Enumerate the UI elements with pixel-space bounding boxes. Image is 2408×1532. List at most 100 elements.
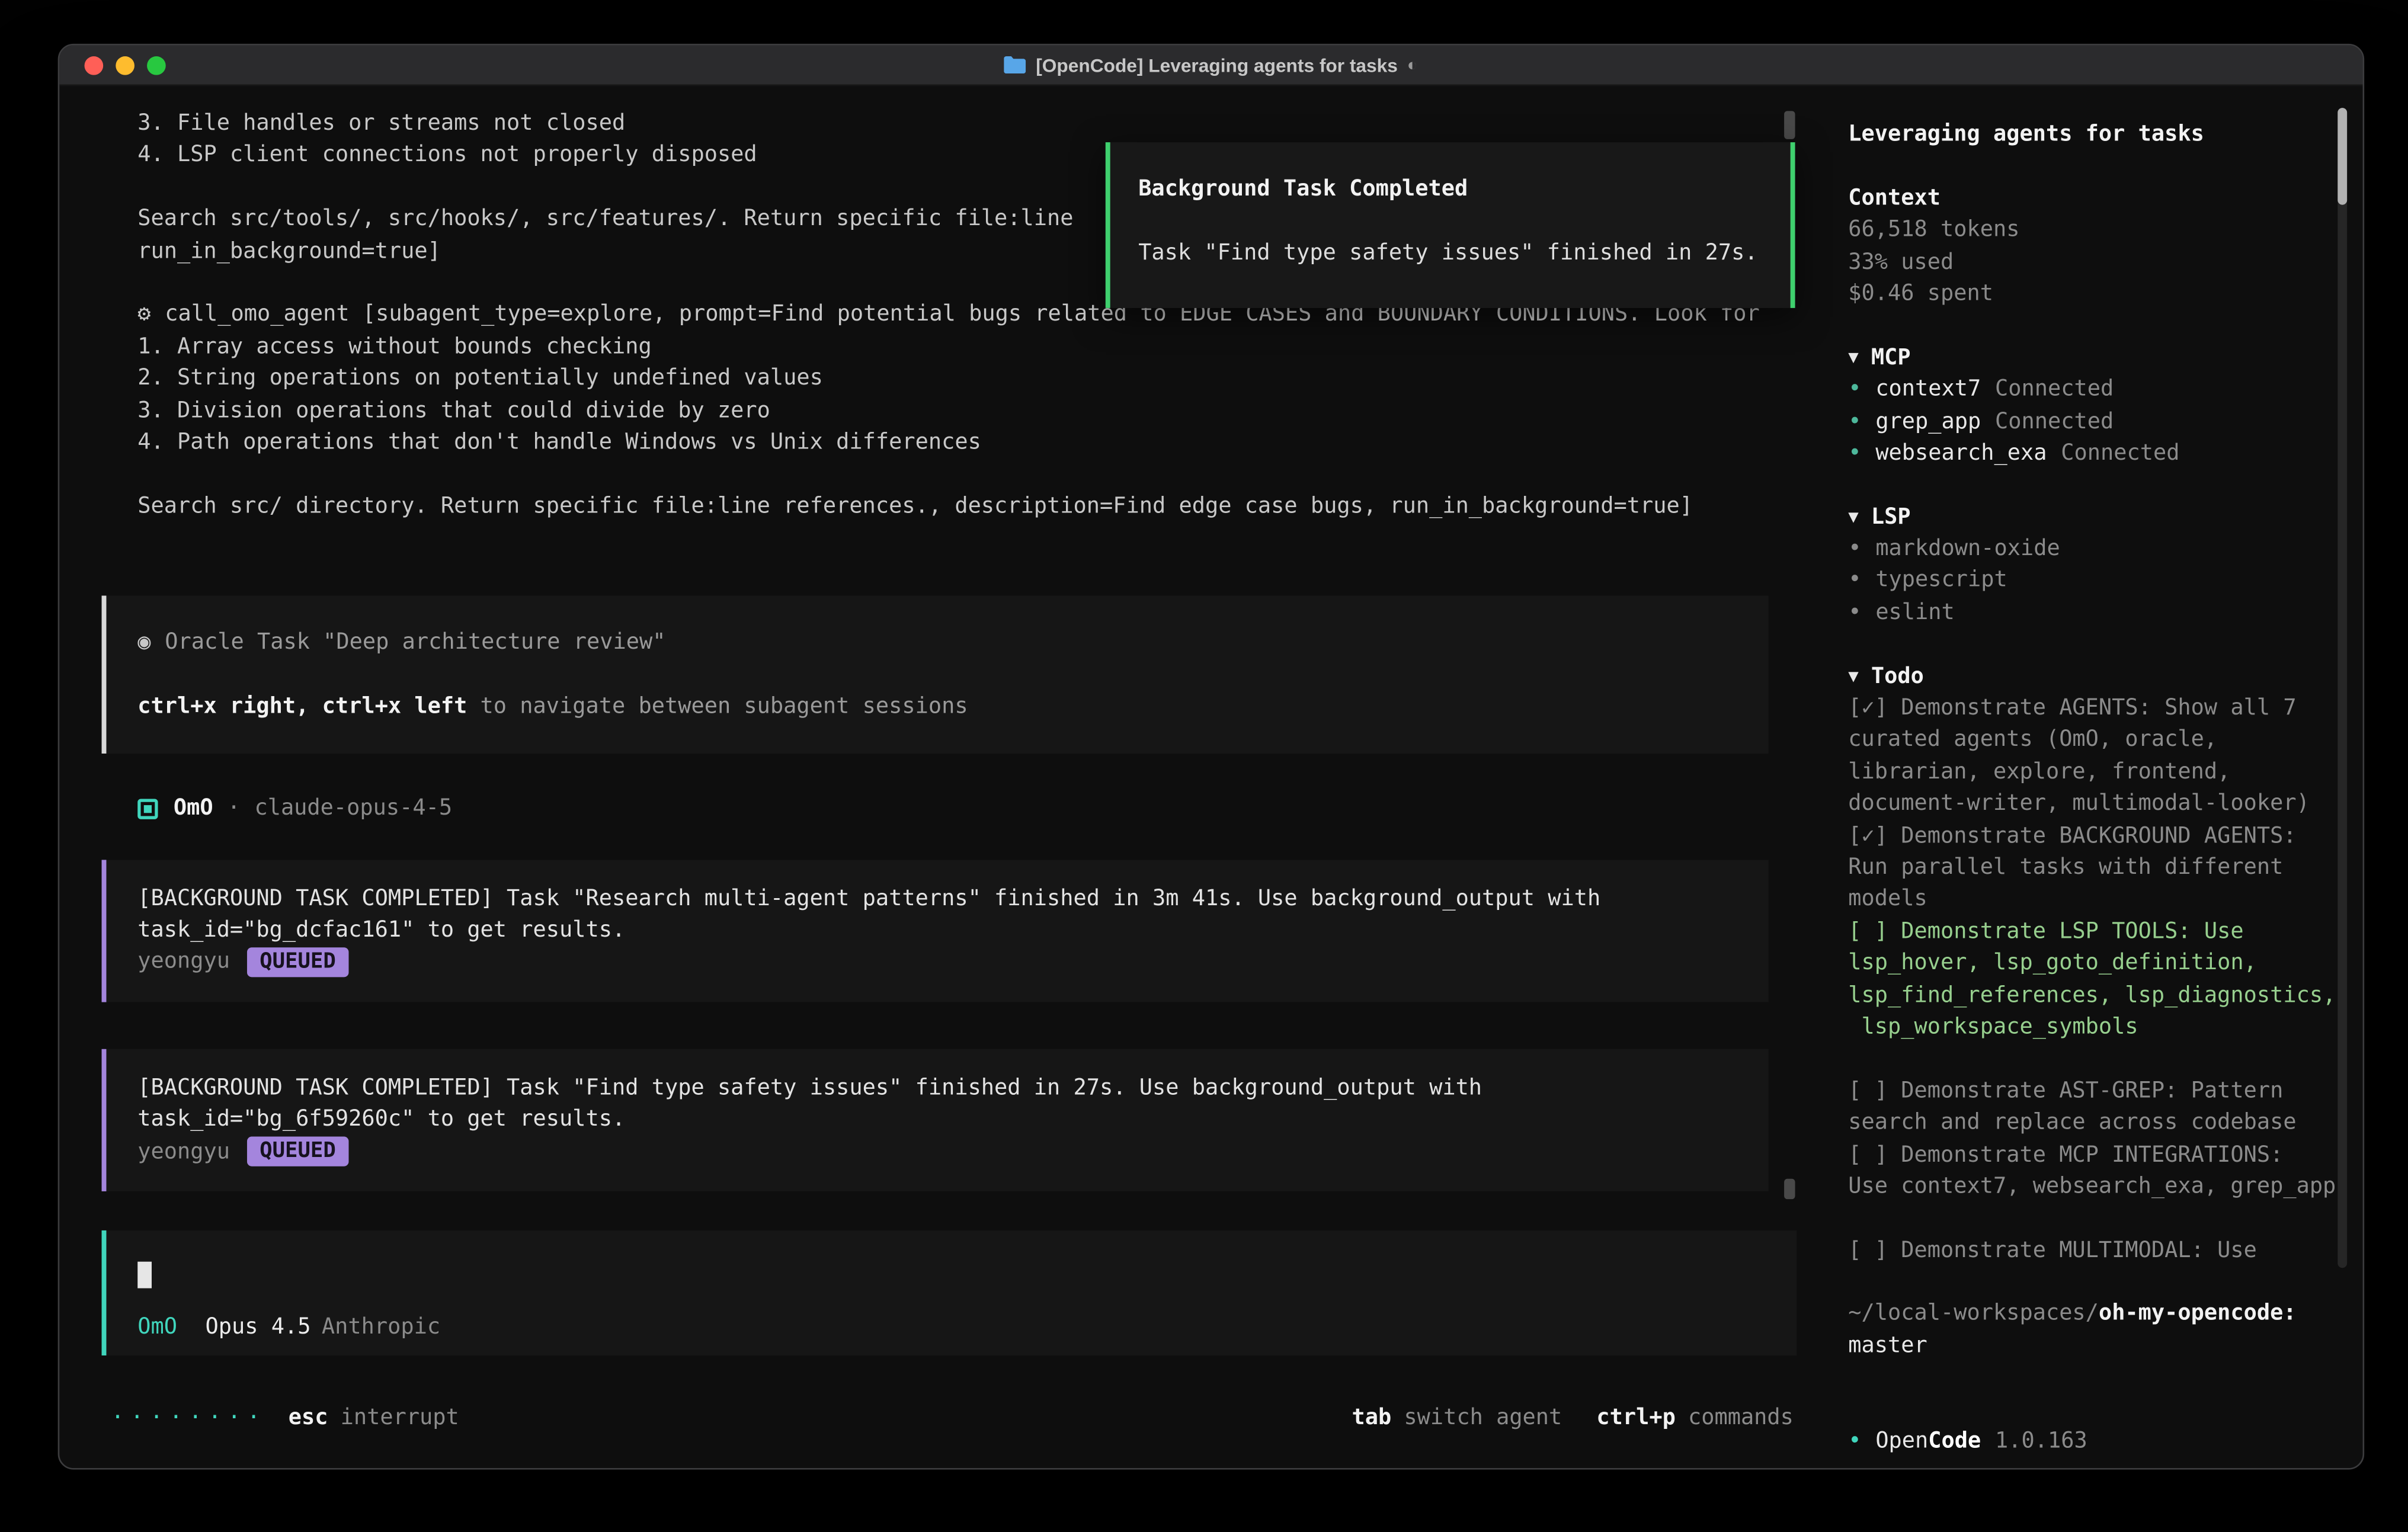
todo-line: [ ] Demonstrate MULTIMODAL: Use [1848, 1235, 2316, 1267]
workspace-path: ~/local-workspaces/oh-my-opencode: [1848, 1299, 2316, 1331]
todo-item-pending: [ ] Demonstrate AST-GREP: Pattern search… [1848, 1075, 2316, 1139]
status-right: tab switch agent ctrl+p commands [1352, 1402, 1793, 1434]
mcp-section-header[interactable]: ▼MCP [1848, 342, 2316, 374]
screen: [OpenCode] Leveraging agents for tasks ◐… [0, 0, 2408, 1532]
context-spent: $0.46 spent [1848, 278, 2316, 310]
lsp-heading: LSP [1871, 501, 1911, 533]
blank-line [1848, 629, 2316, 661]
todo-heading: Todo [1871, 661, 1924, 693]
background-task-toast: Background Task Completed Task "Find typ… [1106, 142, 1795, 308]
esc-key-label: interrupt [341, 1402, 459, 1434]
gear-icon: ⚙ [137, 299, 150, 331]
mcp-heading: MCP [1871, 342, 1911, 374]
status-left: ········ esc interrupt [111, 1402, 459, 1434]
prompt-input[interactable]: OmO Opus 4.5 Anthropic [102, 1230, 1797, 1355]
blank-line [1138, 206, 1790, 238]
agent-name: OmO [174, 793, 213, 825]
todo-line: search and replace across codebase [1848, 1107, 2316, 1139]
mcp-item: • websearch_exa Connected [1848, 438, 2316, 470]
bullet-icon: • [1848, 406, 1861, 438]
workspace-path-prefix: ~/local-workspaces/ [1848, 1299, 2099, 1331]
todo-line: [ ] Demonstrate MCP INTEGRATIONS: [1848, 1139, 2316, 1171]
app-version-footer: •OpenCode1.0.163 [1848, 1426, 2316, 1458]
log-line: 3. File handles or streams not closed [137, 108, 1824, 140]
message-author: yeongyu [137, 1136, 230, 1168]
git-branch: master [1848, 1330, 2316, 1362]
lsp-item: • markdown-oxide [1848, 533, 2316, 565]
blank-line [1848, 150, 2316, 182]
active-agent-name: OmO [137, 1311, 177, 1343]
collapse-triangle-icon: ▼ [1848, 661, 1858, 693]
lsp-name: markdown-oxide [1875, 533, 2060, 565]
agent-session-header[interactable]: OmO · claude-opus-4-5 [137, 793, 1824, 825]
tab-key: tab [1352, 1402, 1391, 1434]
main-scrollbar-thumb[interactable] [1784, 111, 1795, 139]
todo-line: [ ] Demonstrate AST-GREP: Pattern [1848, 1075, 2316, 1107]
session-title: Leveraging agents for tasks [1848, 119, 2316, 151]
lsp-section-header[interactable]: ▼LSP [1848, 501, 2316, 533]
message-line: task_id="bg_dcfac161" to get results. [137, 915, 1768, 947]
oracle-subagent-panel: ◉Oracle Task "Deep architecture review" … [102, 596, 1769, 754]
minimize-button[interactable] [116, 56, 135, 75]
workspace-repo-name: oh-my-opencode: [2099, 1299, 2297, 1331]
todo-line: [✓] Demonstrate BACKGROUND AGENTS: [1848, 820, 2316, 852]
mcp-status: Connected [1995, 374, 2114, 406]
status-badge: QUEUED [247, 1137, 348, 1166]
todo-line: Run parallel tasks with different [1848, 852, 2316, 884]
blank-line [137, 459, 1824, 491]
session-sidebar: Leveraging agents for tasks Context 66,5… [1825, 86, 2363, 1470]
model-provider: Anthropic [322, 1311, 440, 1343]
blank-line [1848, 1043, 2316, 1075]
mcp-item: •context7Connected [1848, 374, 2316, 406]
blank-line [1848, 469, 2316, 501]
mcp-name: websearch_exa [1875, 438, 2047, 470]
status-bar: ········ esc interrupt tab switch agent … [111, 1402, 1794, 1434]
agent-model: claude-opus-4-5 [254, 793, 452, 825]
message-line: [BACKGROUND TASK COMPLETED] Task "Resear… [137, 883, 1768, 915]
bullet-icon: • [1848, 438, 1861, 470]
message-meta: yeongyu QUEUED [137, 1136, 1768, 1168]
toast-title: Background Task Completed [1138, 174, 1790, 206]
sidebar-scrollbar-thumb[interactable] [2337, 108, 2347, 205]
commands-hint: ctrl+p commands [1596, 1402, 1794, 1434]
bullet-icon: • [1848, 565, 1861, 597]
spinner-dots-icon: ········ [111, 1402, 266, 1434]
window-title: [OpenCode] Leveraging agents for tasks [1036, 54, 1398, 76]
todo-line: document-writer, multimodal-looker) [1848, 789, 2316, 821]
todo-section-header[interactable]: ▼ Todo [1848, 661, 2316, 693]
mcp-name: grep_app [1875, 406, 1981, 438]
zoom-button[interactable] [147, 56, 166, 75]
todo-line: Use context7, websearch_exa, grep_app [1848, 1171, 2316, 1203]
chat-transcript-pane: 3. File handles or streams not closed 4.… [59, 86, 1824, 1470]
log-line: Search src/ directory. Return specific f… [137, 491, 1824, 523]
hint-keys: ctrl+x right, ctrl+x left [137, 691, 467, 723]
todo-line: lsp_hover, lsp_goto_definition, [1848, 948, 2316, 980]
tab-label: switch agent [1404, 1402, 1562, 1434]
todo-item-done: [✓] Demonstrate AGENTS: Show all 7 curat… [1848, 693, 2316, 820]
oracle-title-line: ◉ Oracle Task "Deep architecture review" [137, 627, 1768, 659]
traffic-lights [85, 56, 166, 75]
mcp-status: Connected [2061, 438, 2179, 470]
lsp-item: •eslint [1848, 597, 2316, 629]
todo-line: [ ] Demonstrate LSP TOOLS: Use [1848, 916, 2316, 948]
record-icon: ◉ [137, 627, 150, 659]
mcp-status: Connected [1995, 406, 2114, 438]
hint-text: to navigate between subagent sessions [467, 691, 968, 723]
message-line: task_id="bg_6f59260c" to get results. [137, 1104, 1768, 1136]
oracle-title: Oracle Task "Deep architecture review" [165, 627, 665, 659]
background-task-message: [BACKGROUND TASK COMPLETED] Task "Resear… [102, 860, 1769, 1002]
bullet-icon: • [1848, 533, 1861, 565]
main-scrollbar-thumb[interactable] [1784, 1179, 1795, 1199]
blank-line [1848, 1267, 2316, 1299]
close-button[interactable] [85, 56, 104, 75]
context-tokens: 66,518 tokens [1848, 214, 2316, 246]
app-version: 1.0.163 [1995, 1426, 2087, 1458]
sidebar-scrollbar-track[interactable] [2337, 108, 2347, 1268]
todo-line: [✓] Demonstrate AGENTS: Show all 7 [1848, 693, 2316, 725]
todo-line: models [1848, 884, 2316, 916]
active-model: Opus 4.5 [205, 1311, 310, 1343]
todo-item-done: [✓] Demonstrate BACKGROUND AGENTS: Run p… [1848, 820, 2316, 915]
bullet-icon: • [1848, 374, 1861, 406]
status-badge: QUEUED [247, 948, 348, 977]
bullet-icon: • [1848, 597, 1861, 629]
